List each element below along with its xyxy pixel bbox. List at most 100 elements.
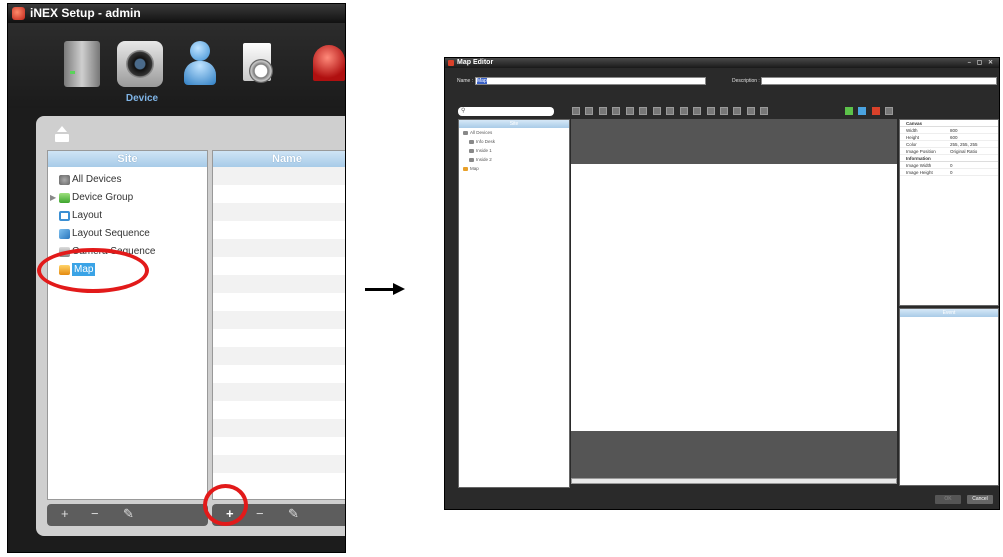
horizontal-scrollbar[interactable] [571, 478, 897, 484]
tool-align-top-icon[interactable] [625, 107, 634, 115]
tool-align-right-icon[interactable] [612, 107, 621, 115]
tool-same-size-icon[interactable] [719, 107, 728, 115]
add-button-highlight-circle [203, 484, 248, 526]
name-label: Name : [457, 78, 474, 84]
tool-distribute-h-icon[interactable] [666, 107, 675, 115]
site-item-info-desk[interactable]: Info Desk [459, 137, 569, 146]
tool-same-height-icon[interactable] [706, 107, 715, 115]
site-item-label: All Devices [470, 130, 493, 135]
tool-distribute-v-icon[interactable] [679, 107, 688, 115]
list-item[interactable] [213, 293, 345, 311]
site-item-label: Layout [72, 210, 103, 221]
site-item-inside-1[interactable]: Inside 1 [459, 146, 569, 155]
app-icon [448, 60, 454, 66]
list-item[interactable] [213, 437, 345, 455]
property-row[interactable]: Height 600 [900, 134, 998, 141]
list-item[interactable] [213, 203, 345, 221]
list-item[interactable] [213, 185, 345, 203]
property-row[interactable]: Color 255, 255, 255 [900, 141, 998, 148]
tool-align-center-icon[interactable] [598, 107, 607, 115]
property-row[interactable]: Image Width 0 [900, 162, 998, 169]
list-item[interactable] [213, 275, 345, 293]
list-item[interactable] [213, 329, 345, 347]
add-image-icon[interactable] [845, 107, 853, 115]
list-item[interactable] [213, 383, 345, 401]
site-item-device-group[interactable]: ▶ Device Group [48, 189, 207, 207]
arrow-head [393, 283, 405, 295]
device-group-icon [469, 139, 474, 144]
edit-site-button[interactable]: ✎ [123, 506, 134, 522]
tool-bring-front-icon[interactable] [733, 107, 742, 115]
canvas-section-header[interactable]: Canvas [900, 120, 998, 127]
list-item[interactable] [213, 311, 345, 329]
window-controls[interactable]: – ▢ ✕ [968, 58, 995, 68]
cancel-button[interactable]: Cancel [967, 495, 993, 504]
site-item-label: Info Desk [476, 139, 496, 144]
list-item[interactable] [213, 239, 345, 257]
list-item[interactable] [213, 347, 345, 365]
site-item-label: Inside 2 [476, 157, 492, 162]
property-row[interactable]: Image Height 0 [900, 169, 998, 176]
map-canvas[interactable] [571, 164, 897, 431]
site-item-layout-sequence[interactable]: Layout Sequence [48, 225, 207, 243]
property-value: 800 [950, 128, 958, 133]
property-row[interactable]: Image Position Original Ratio [900, 148, 998, 155]
tool-align-middle-icon[interactable] [639, 107, 648, 115]
description-field[interactable] [761, 77, 997, 85]
site-item-label: Inside 1 [476, 148, 492, 153]
site-item-map[interactable]: Map [459, 164, 569, 173]
name-rows [213, 167, 345, 491]
property-value: 255, 255, 255 [950, 142, 978, 147]
device-icon[interactable] [117, 41, 163, 87]
remove-image-icon[interactable] [871, 107, 880, 115]
tool-align-left-icon[interactable] [585, 107, 594, 115]
site-item-layout[interactable]: Layout [48, 207, 207, 225]
property-row[interactable]: Width 800 [900, 127, 998, 134]
map-editor-window: Map Editor – ▢ ✕ Name : Map Description … [444, 57, 1000, 510]
edit-map-button[interactable]: ✎ [288, 506, 299, 522]
ok-button[interactable]: OK [935, 495, 961, 504]
site-item-all-devices[interactable]: All Devices [48, 171, 207, 189]
list-item[interactable] [213, 401, 345, 419]
list-item[interactable] [213, 419, 345, 437]
list-item[interactable] [213, 257, 345, 275]
property-value: Original Ratio [950, 149, 978, 154]
map-icon [463, 166, 468, 171]
tool-select-icon[interactable] [572, 107, 580, 115]
image-settings-icon[interactable] [885, 107, 894, 115]
schedule-icon[interactable] [237, 41, 277, 87]
list-item[interactable] [213, 455, 345, 473]
user-icon[interactable] [180, 41, 220, 87]
site-search-input[interactable]: ⚲ [458, 107, 554, 116]
tool-same-width-icon[interactable] [693, 107, 702, 115]
upload-icon[interactable] [55, 126, 69, 142]
layout-icon [59, 211, 70, 221]
tool-send-back-icon[interactable] [746, 107, 755, 115]
tool-align-bottom-icon[interactable] [652, 107, 661, 115]
property-key: Image Position [906, 149, 936, 154]
list-item[interactable] [213, 167, 345, 185]
site-item-inside-2[interactable]: Inside 2 [459, 155, 569, 164]
name-pane-header: Name [213, 151, 345, 167]
map-editor-title: Map Editor [457, 59, 494, 66]
site-item-label: All Devices [72, 174, 122, 185]
canvas-margin-top [571, 119, 897, 164]
remove-map-button[interactable]: − [256, 506, 264, 521]
property-key: Width [906, 128, 918, 133]
tool-delete-icon[interactable] [760, 107, 769, 115]
list-item[interactable] [213, 221, 345, 239]
property-key: Image Height [906, 170, 933, 175]
edit-image-icon[interactable] [858, 107, 867, 115]
list-item[interactable] [213, 365, 345, 383]
site-pane-header: Site [48, 151, 207, 167]
add-site-button[interactable]: + [61, 506, 69, 521]
site-item-all-devices[interactable]: All Devices [459, 128, 569, 137]
alarm-icon[interactable] [305, 41, 345, 87]
expand-arrow-icon[interactable]: ▶ [50, 189, 56, 207]
property-key: Height [906, 135, 920, 140]
server-icon[interactable] [64, 41, 100, 87]
information-section-header[interactable]: Information [900, 155, 998, 162]
remove-site-button[interactable]: − [91, 506, 99, 521]
name-field[interactable]: Map [475, 77, 706, 85]
layout-sequence-icon [59, 229, 70, 239]
